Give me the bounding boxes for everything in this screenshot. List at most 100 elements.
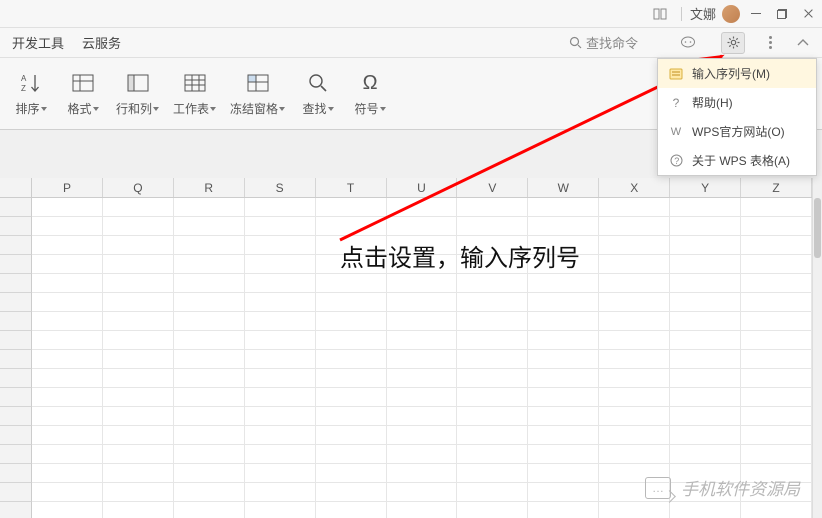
tab-devtools[interactable]: 开发工具 bbox=[12, 33, 64, 52]
cell[interactable] bbox=[387, 274, 458, 293]
cell[interactable] bbox=[103, 502, 174, 518]
cell[interactable] bbox=[174, 445, 245, 464]
cell[interactable] bbox=[32, 426, 103, 445]
vertical-scrollbar[interactable] bbox=[812, 178, 822, 518]
cell[interactable] bbox=[245, 331, 316, 350]
cell[interactable] bbox=[103, 388, 174, 407]
menu-help[interactable]: ? 帮助(H) bbox=[658, 88, 816, 117]
cell[interactable] bbox=[32, 274, 103, 293]
search-box[interactable]: 查找命令 bbox=[569, 33, 659, 52]
row-header[interactable] bbox=[0, 217, 32, 236]
cell[interactable] bbox=[245, 445, 316, 464]
spreadsheet-grid[interactable]: P Q R S T U V W X Y Z bbox=[0, 178, 822, 518]
cell[interactable] bbox=[741, 388, 812, 407]
cell[interactable] bbox=[599, 217, 670, 236]
cell[interactable] bbox=[387, 350, 458, 369]
cell[interactable] bbox=[316, 426, 387, 445]
cell[interactable] bbox=[103, 407, 174, 426]
cell[interactable] bbox=[741, 293, 812, 312]
table-row[interactable] bbox=[0, 388, 812, 407]
cell[interactable] bbox=[387, 369, 458, 388]
cell[interactable] bbox=[174, 312, 245, 331]
tool-row-col[interactable]: 行和列 bbox=[116, 70, 159, 117]
cell[interactable] bbox=[32, 464, 103, 483]
cell[interactable] bbox=[457, 369, 528, 388]
cell[interactable] bbox=[741, 274, 812, 293]
cell[interactable] bbox=[670, 445, 741, 464]
col-header[interactable]: Z bbox=[741, 178, 812, 197]
cell[interactable] bbox=[457, 274, 528, 293]
table-row[interactable] bbox=[0, 293, 812, 312]
cell[interactable] bbox=[316, 445, 387, 464]
cell[interactable] bbox=[599, 274, 670, 293]
cell[interactable] bbox=[174, 426, 245, 445]
cell[interactable] bbox=[670, 198, 741, 217]
row-header[interactable] bbox=[0, 274, 32, 293]
cell[interactable] bbox=[103, 350, 174, 369]
restore-button[interactable] bbox=[776, 8, 788, 20]
cell[interactable] bbox=[670, 236, 741, 255]
cell[interactable] bbox=[174, 274, 245, 293]
table-row[interactable] bbox=[0, 274, 812, 293]
cell[interactable] bbox=[174, 255, 245, 274]
cell[interactable] bbox=[741, 369, 812, 388]
cell[interactable] bbox=[316, 217, 387, 236]
cell[interactable] bbox=[387, 502, 458, 518]
cell[interactable] bbox=[245, 350, 316, 369]
cell[interactable] bbox=[316, 369, 387, 388]
cell[interactable] bbox=[599, 369, 670, 388]
cell[interactable] bbox=[387, 198, 458, 217]
cell[interactable] bbox=[599, 445, 670, 464]
menu-about[interactable]: ? 关于 WPS 表格(A) bbox=[658, 146, 816, 175]
cell[interactable] bbox=[316, 464, 387, 483]
cell[interactable] bbox=[245, 407, 316, 426]
select-all-corner[interactable] bbox=[0, 178, 32, 198]
cell[interactable] bbox=[741, 445, 812, 464]
row-header[interactable] bbox=[0, 236, 32, 255]
table-row[interactable] bbox=[0, 502, 812, 518]
cell[interactable] bbox=[387, 293, 458, 312]
col-header[interactable]: T bbox=[316, 178, 387, 197]
col-header[interactable]: R bbox=[174, 178, 245, 197]
cell[interactable] bbox=[103, 312, 174, 331]
row-header[interactable] bbox=[0, 426, 32, 445]
cell[interactable] bbox=[670, 388, 741, 407]
cell[interactable] bbox=[103, 331, 174, 350]
row-header[interactable] bbox=[0, 198, 32, 217]
cell[interactable] bbox=[316, 293, 387, 312]
cell[interactable] bbox=[103, 464, 174, 483]
cell[interactable] bbox=[741, 198, 812, 217]
cell[interactable] bbox=[103, 236, 174, 255]
cell[interactable] bbox=[174, 350, 245, 369]
cell[interactable] bbox=[457, 407, 528, 426]
cell[interactable] bbox=[245, 217, 316, 236]
cell[interactable] bbox=[32, 255, 103, 274]
row-header[interactable] bbox=[0, 388, 32, 407]
cell[interactable] bbox=[174, 198, 245, 217]
cell[interactable] bbox=[670, 255, 741, 274]
cell[interactable] bbox=[741, 502, 812, 518]
cell[interactable] bbox=[741, 350, 812, 369]
cell[interactable] bbox=[528, 464, 599, 483]
cell[interactable] bbox=[741, 426, 812, 445]
cell[interactable] bbox=[528, 217, 599, 236]
cell[interactable] bbox=[457, 293, 528, 312]
tool-format[interactable]: 格式 bbox=[64, 70, 102, 117]
col-header[interactable]: Q bbox=[103, 178, 174, 197]
cell[interactable] bbox=[528, 502, 599, 518]
cell[interactable] bbox=[32, 350, 103, 369]
cell[interactable] bbox=[174, 293, 245, 312]
cell[interactable] bbox=[457, 502, 528, 518]
table-row[interactable] bbox=[0, 350, 812, 369]
cell[interactable] bbox=[103, 426, 174, 445]
cell[interactable] bbox=[670, 350, 741, 369]
cell[interactable] bbox=[670, 293, 741, 312]
cell[interactable] bbox=[32, 312, 103, 331]
cell[interactable] bbox=[528, 198, 599, 217]
row-header[interactable] bbox=[0, 293, 32, 312]
cell[interactable] bbox=[670, 426, 741, 445]
cell[interactable] bbox=[528, 369, 599, 388]
cell[interactable] bbox=[670, 217, 741, 236]
cell[interactable] bbox=[457, 331, 528, 350]
row-header[interactable] bbox=[0, 350, 32, 369]
